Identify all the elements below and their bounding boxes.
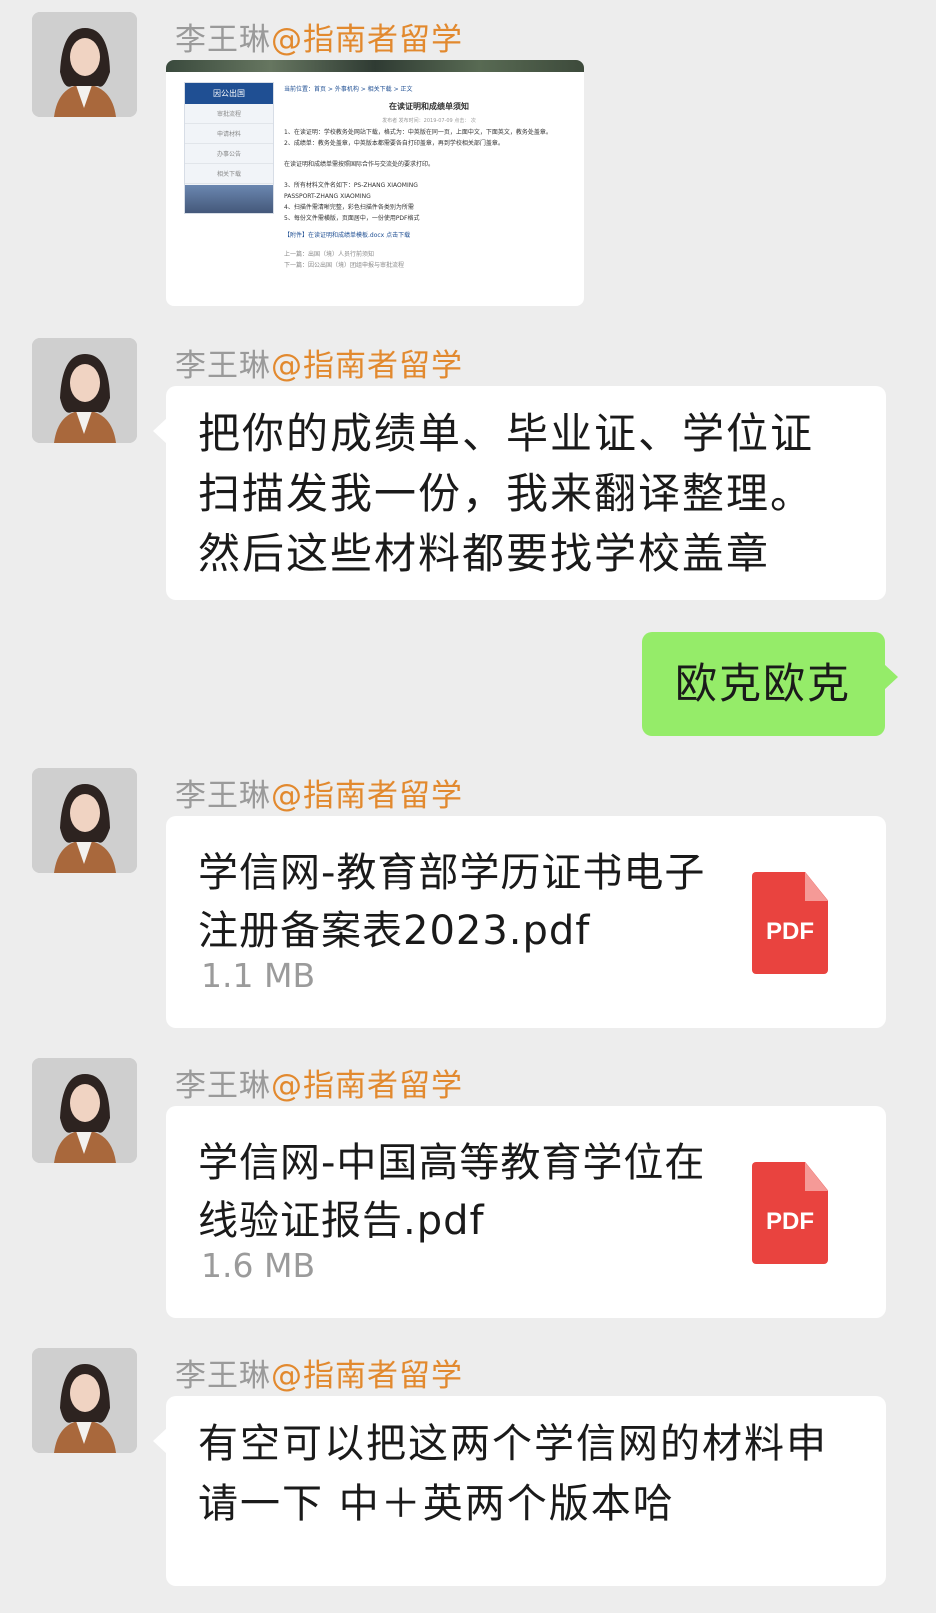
file-message[interactable]: 学信网-教育部学历证书电子注册备案表2023.pdf 1.1 MB PDF [166,816,886,1028]
pdf-icon: PDF [752,872,828,974]
preview-nav-item: 申请材料 [185,124,273,144]
preview-line: 在读证明和成绩单需按照国际合作与交流处的要求打印。 [284,161,435,168]
pdf-icon: PDF [752,1162,828,1264]
preview-line: PASSPORT-ZHANG XIAOMING [284,193,371,200]
file-size: 1.1 MB [201,956,316,995]
sender-org: @指南者留学 [271,1068,463,1104]
avatar[interactable] [32,1348,137,1453]
sender-name: 李王琳@指南者留学 [175,770,463,815]
sender-person: 李王琳 [175,778,271,814]
sender-org: @指南者留学 [271,778,463,814]
file-name: 学信网-教育部学历证书电子注册备案表2023.pdf [198,850,706,954]
preview-nav-item: 办事公告 [185,144,273,164]
preview-campus-image [185,185,273,213]
file-size: 1.6 MB [201,1246,316,1285]
text-message[interactable]: 把你的成绩单、毕业证、学位证扫描发我一份，我来翻译整理。然后这些材料都要找学校盖… [153,386,886,600]
sender-name: 李王琳@指南者留学 [175,1350,463,1395]
preview-line: 5、每份文件需横版，页面居中，一份使用PDF格式 [284,215,420,222]
preview-nav-item: 审批流程 [185,104,273,124]
avatar[interactable] [32,1058,137,1163]
sender-person: 李王琳 [175,348,271,384]
pdf-icon-label: PDF [766,918,814,945]
preview-banner [166,60,584,72]
sender-person: 李王琳 [175,1068,271,1104]
sender-org: @指南者留学 [271,1358,463,1394]
avatar-photo-icon [32,1348,137,1453]
message-text: 把你的成绩单、毕业证、学位证扫描发我一份，我来翻译整理。然后这些材料都要找学校盖… [198,409,815,578]
avatar[interactable] [32,338,137,443]
pdf-icon-label: PDF [766,1208,814,1235]
sender-person: 李王琳 [175,22,271,58]
avatar-photo-icon [32,768,137,873]
preview-nav-title: 因公出国 [185,83,273,104]
avatar[interactable] [32,768,137,873]
message-text: 有空可以把这两个学信网的材料申请一下 中＋英两个版本哈 [198,1421,828,1527]
preview-line: 3、所有材料文件名如下：PS-ZHANG XIAOMING [284,182,418,189]
avatar-photo-icon [32,1058,137,1163]
sender-name: 李王琳@指南者留学 [175,340,463,385]
preview-line: 2、成绩单：教务处盖章，中英版本都需要各自打印盖章，再到学校相关部门盖章。 [284,140,504,147]
file-name: 学信网-中国高等教育学位在线验证报告.pdf [198,1140,706,1244]
sender-person: 李王琳 [175,1358,271,1394]
preview-line: 1、在读证明：学校教务处网站下载，格式为：中英版在同一页，上面中文，下面英文，教… [284,129,552,136]
avatar-photo-icon [32,338,137,443]
sender-name: 李王琳@指南者留学 [175,14,463,59]
file-message[interactable]: 学信网-中国高等教育学位在线验证报告.pdf 1.6 MB PDF [166,1106,886,1318]
preview-breadcrumb: 当前位置：首页 > 外事机构 > 相关下载 > 正文 [284,86,413,93]
avatar-photo-icon [32,12,137,117]
preview-meta: 发布者 发布时间：2019-07-09 点击： 次 [382,118,476,124]
preview-attachment-link: 【附件】在读证明和成绩单模板.docx 点击下载 [284,232,411,239]
avatar[interactable] [32,12,137,117]
preview-doc-title: 在读证明和成绩单须知 [389,102,469,111]
preview-line: 4、扫描件需清晰完整，彩色扫描件各类别为所需 [284,204,414,211]
preview-content: 当前位置：首页 > 外事机构 > 相关下载 > 正文 在读证明和成绩单须知 发布… [284,84,574,271]
sender-name: 李王琳@指南者留学 [175,1060,463,1105]
outgoing-text-message[interactable]: 欧克欧克 [642,632,898,736]
message-text: 欧克欧克 [675,659,852,708]
preview-next-link: 下一篇：因公出国（境）团组申报与审批流程 [284,262,405,269]
preview-nav: 因公出国 审批流程 申请材料 办事公告 相关下载 [184,82,274,214]
preview-prev-link: 上一篇：出国（境）人员行前须知 [284,251,375,258]
sender-org: @指南者留学 [271,22,463,58]
sender-org: @指南者留学 [271,348,463,384]
text-message[interactable]: 有空可以把这两个学信网的材料申请一下 中＋英两个版本哈 [153,1396,886,1586]
image-message[interactable]: 因公出国 审批流程 申请材料 办事公告 相关下载 当前位置：首页 > 外事机构 … [166,60,584,306]
preview-nav-item: 相关下载 [185,164,273,184]
